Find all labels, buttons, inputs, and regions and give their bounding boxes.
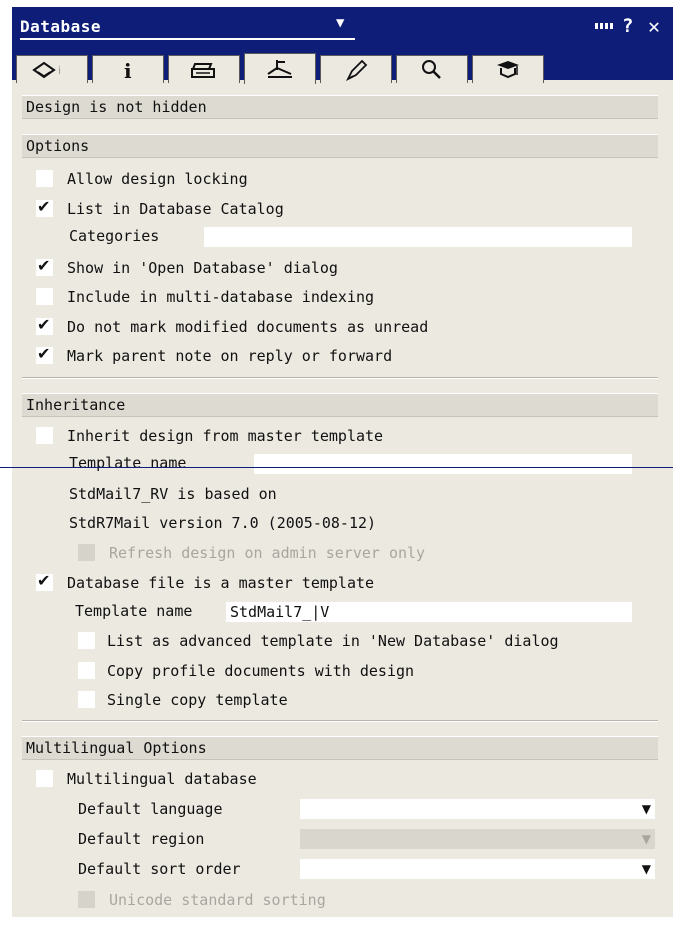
refresh-admin-label: Refresh design on admin server only (109, 544, 426, 562)
template-name-1-input[interactable] (254, 454, 632, 474)
design-status-text: Design is not hidden (26, 98, 207, 116)
database-properties-dialog: Database ▼ ? ✕ i i Design is not hidden … (12, 7, 673, 917)
allow-design-locking-label: Allow design locking (67, 170, 248, 188)
single-copy-label: Single copy template (107, 691, 288, 709)
multilingual-db-checkbox[interactable] (36, 770, 53, 787)
design-ruler-icon (267, 60, 292, 78)
allow-design-locking-checkbox[interactable] (36, 170, 53, 187)
default-language-select[interactable]: ▼ (300, 799, 655, 819)
multilingual-header: Multilingual Options (22, 736, 658, 760)
list-in-catalog-checkbox[interactable] (36, 197, 53, 217)
launch-pen-icon (345, 59, 368, 81)
tab-search[interactable] (396, 55, 468, 83)
single-copy-checkbox[interactable] (78, 691, 95, 708)
design-status-bar: Design is not hidden (22, 95, 658, 119)
template-name-1-label: Template name (69, 454, 187, 472)
template-name-2-label: Template name (75, 602, 193, 620)
tab-info[interactable]: i (92, 55, 164, 83)
list-advanced-checkbox[interactable] (78, 632, 95, 649)
chevron-down-icon[interactable]: ▼ (642, 802, 651, 816)
refresh-admin-checkbox[interactable] (78, 544, 95, 561)
svg-text:i: i (58, 64, 61, 77)
tab-launch[interactable] (320, 55, 392, 83)
tab-advanced[interactable] (472, 55, 544, 83)
title-bar[interactable]: Database ▼ ? ✕ (12, 7, 673, 44)
default-language-label: Default language (78, 800, 223, 818)
default-region-select[interactable]: ▼ (300, 829, 655, 849)
printer-icon (191, 62, 215, 78)
title-underline (20, 38, 355, 40)
based-on-line2: StdR7Mail version 7.0 (2005-08-12) (69, 514, 377, 532)
info-book-icon: i (32, 61, 61, 78)
inherit-master-checkbox[interactable] (36, 427, 53, 444)
tab-design[interactable] (244, 53, 316, 84)
default-region-label: Default region (78, 830, 205, 848)
window-title: Database (20, 17, 102, 36)
template-name-2-input[interactable]: StdMail7_|V (226, 602, 632, 622)
do-not-mark-unread-label: Do not mark modified documents as unread (67, 318, 429, 336)
multilingual-db-label: Multilingual database (67, 770, 257, 788)
help-icon[interactable]: ? (622, 15, 633, 37)
categories-label: Categories (69, 227, 160, 245)
categories-input[interactable] (204, 227, 632, 247)
close-icon[interactable]: ✕ (648, 14, 660, 38)
info-icon: i (124, 60, 132, 80)
default-sort-label: Default sort order (78, 860, 241, 878)
inheritance-header: Inheritance (22, 393, 658, 417)
show-open-dialog-label: Show in 'Open Database' dialog (67, 259, 338, 277)
tab-strip: i i (12, 44, 673, 84)
options-header-label: Options (26, 137, 90, 155)
grip-icon[interactable] (595, 23, 613, 29)
inherit-master-label: Inherit design from master template (67, 427, 384, 445)
title-dropdown-icon[interactable]: ▼ (336, 15, 344, 31)
tab-basics[interactable]: i (16, 55, 88, 83)
master-template-checkbox[interactable] (36, 571, 53, 591)
search-icon (422, 59, 441, 79)
list-in-catalog-label: List in Database Catalog (67, 200, 284, 218)
show-open-dialog-checkbox[interactable] (36, 256, 53, 276)
chevron-down-icon[interactable]: ▼ (642, 832, 651, 846)
template-name-2-value: StdMail7_|V (230, 603, 330, 621)
copy-profile-checkbox[interactable] (78, 662, 95, 679)
do-not-mark-unread-checkbox[interactable] (36, 315, 53, 335)
multi-db-indexing-checkbox[interactable] (36, 288, 53, 305)
unicode-sorting-checkbox[interactable] (78, 891, 95, 908)
chevron-down-icon[interactable]: ▼ (642, 862, 651, 876)
multilingual-header-label: Multilingual Options (26, 739, 207, 757)
section-divider (22, 720, 658, 722)
overlay-line (0, 467, 673, 468)
based-on-line1: StdMail7_RV is based on (69, 485, 277, 503)
section-divider (22, 377, 658, 379)
default-sort-select[interactable]: ▼ (300, 859, 655, 879)
mark-parent-note-label: Mark parent note on reply or forward (67, 347, 393, 365)
multi-db-indexing-label: Include in multi-database indexing (67, 288, 375, 306)
master-template-label: Database file is a master template (67, 574, 375, 592)
options-header: Options (22, 134, 658, 158)
mark-parent-note-checkbox[interactable] (36, 344, 53, 364)
advanced-hat-icon (497, 60, 519, 78)
svg-text:i: i (124, 60, 132, 80)
unicode-sorting-label: Unicode standard sorting (109, 891, 326, 909)
copy-profile-label: Copy profile documents with design (107, 662, 415, 680)
inheritance-header-label: Inheritance (26, 396, 126, 414)
list-advanced-label: List as advanced template in 'New Databa… (107, 632, 559, 650)
tab-print[interactable] (168, 55, 240, 83)
